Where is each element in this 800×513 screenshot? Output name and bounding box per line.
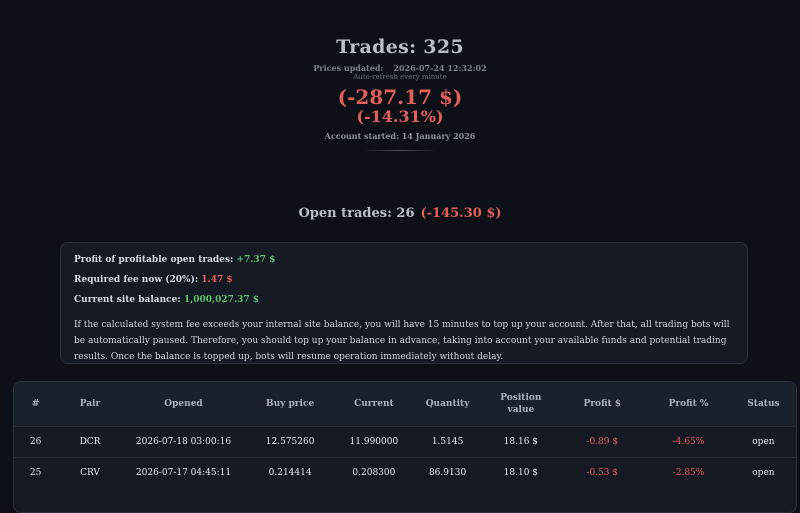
open-trades-table: # Pair Opened Buy price Current Quantity…	[14, 382, 796, 488]
table-row: 26 DCR 2026-07-18 03:00:16 12.575260 11.…	[14, 426, 796, 457]
fee-info-card: Profit of profitable open trades: +7.37 …	[60, 242, 748, 364]
cell-quantity: 86.9130	[428, 467, 467, 478]
total-profit: (-287.17 $)	[337, 85, 463, 109]
cell-profit-percent: -2.85%	[672, 467, 705, 478]
prices-updated-time: 2026-07-24 12:32:02	[393, 63, 487, 73]
cell-number: 26	[29, 436, 42, 447]
table-row: 25 CRV 2026-07-17 04:45:11 0.214414 0.20…	[14, 457, 796, 488]
profitable-trades-value: +7.37 $	[236, 255, 276, 265]
site-balance-value: 1,000,027.37 $	[183, 295, 259, 305]
cell-opened: 2026-07-17 04:45:11	[135, 467, 232, 478]
column-header-buy-price: Buy price	[266, 398, 315, 409]
header-divider	[362, 150, 438, 151]
site-balance-line: Current site balance: 1,000,027.37 $	[74, 294, 734, 314]
column-header-status: Status	[747, 398, 780, 409]
column-header-position-line1: Position	[500, 392, 542, 403]
cell-current: 0.208300	[352, 467, 396, 478]
open-trades-amount: (-145.30 $)	[420, 206, 502, 221]
prices-updated: Prices updated: 2026-07-24 12:32:02	[0, 63, 800, 73]
column-header-profit-percent: Profit %	[668, 398, 709, 409]
fee-notice-text: If the calculated system fee exceeds you…	[74, 320, 730, 362]
table-header-row: # Pair Opened Buy price Current Quantity…	[14, 382, 796, 426]
column-header-position-line2: value	[507, 404, 535, 415]
profitable-trades-label: Profit of profitable open trades:	[74, 255, 234, 265]
cell-pair: DCR	[79, 436, 101, 447]
cell-profit-usd: -0.53 $	[586, 467, 619, 478]
cell-opened: 2026-07-18 03:00:16	[135, 436, 232, 447]
required-fee-label: Required fee now (20%):	[74, 275, 199, 285]
column-header-quantity: Quantity	[425, 398, 470, 409]
auto-refresh-note: Auto-refresh every minute	[353, 73, 447, 81]
column-header-number: #	[31, 398, 40, 409]
column-header-position-value: Position value	[483, 382, 558, 426]
cell-pair: CRV	[80, 467, 100, 478]
page-title: Trades: 325	[336, 36, 464, 58]
required-fee-line: Required fee now (20%): 1.47 $	[74, 274, 734, 294]
cell-current: 11.990000	[349, 436, 399, 447]
column-header-current: Current	[354, 398, 394, 409]
cell-position-value: 18.16 $	[503, 436, 539, 447]
open-trades-label: Open trades: 26	[298, 206, 415, 221]
cell-buy-price: 12.575260	[265, 436, 315, 447]
cell-quantity: 1.5145	[431, 436, 464, 447]
cell-number: 25	[29, 467, 42, 478]
column-header-opened: Opened	[164, 398, 203, 409]
column-header-profit-usd: Profit $	[583, 398, 622, 409]
cell-status: open	[752, 436, 775, 447]
required-fee-value: 1.47 $	[201, 275, 233, 285]
account-started: Account started: 14 January 2026	[324, 131, 476, 141]
open-trades-heading: Open trades: 26 (-145.30 $)	[0, 206, 800, 221]
cell-position-value: 18.10 $	[503, 467, 539, 478]
open-trades-table-card: # Pair Opened Buy price Current Quantity…	[13, 381, 797, 513]
cell-profit-usd: -0.89 $	[586, 436, 619, 447]
site-balance-label: Current site balance:	[74, 295, 181, 305]
prices-updated-label: Prices updated:	[313, 63, 384, 73]
total-profit-percent: (-14.31%)	[356, 107, 444, 126]
profitable-trades-line: Profit of profitable open trades: +7.37 …	[74, 254, 734, 274]
cell-profit-percent: -4.65%	[672, 436, 705, 447]
cell-buy-price: 0.214414	[268, 467, 312, 478]
column-header-pair: Pair	[79, 398, 101, 409]
cell-status: open	[752, 467, 775, 478]
